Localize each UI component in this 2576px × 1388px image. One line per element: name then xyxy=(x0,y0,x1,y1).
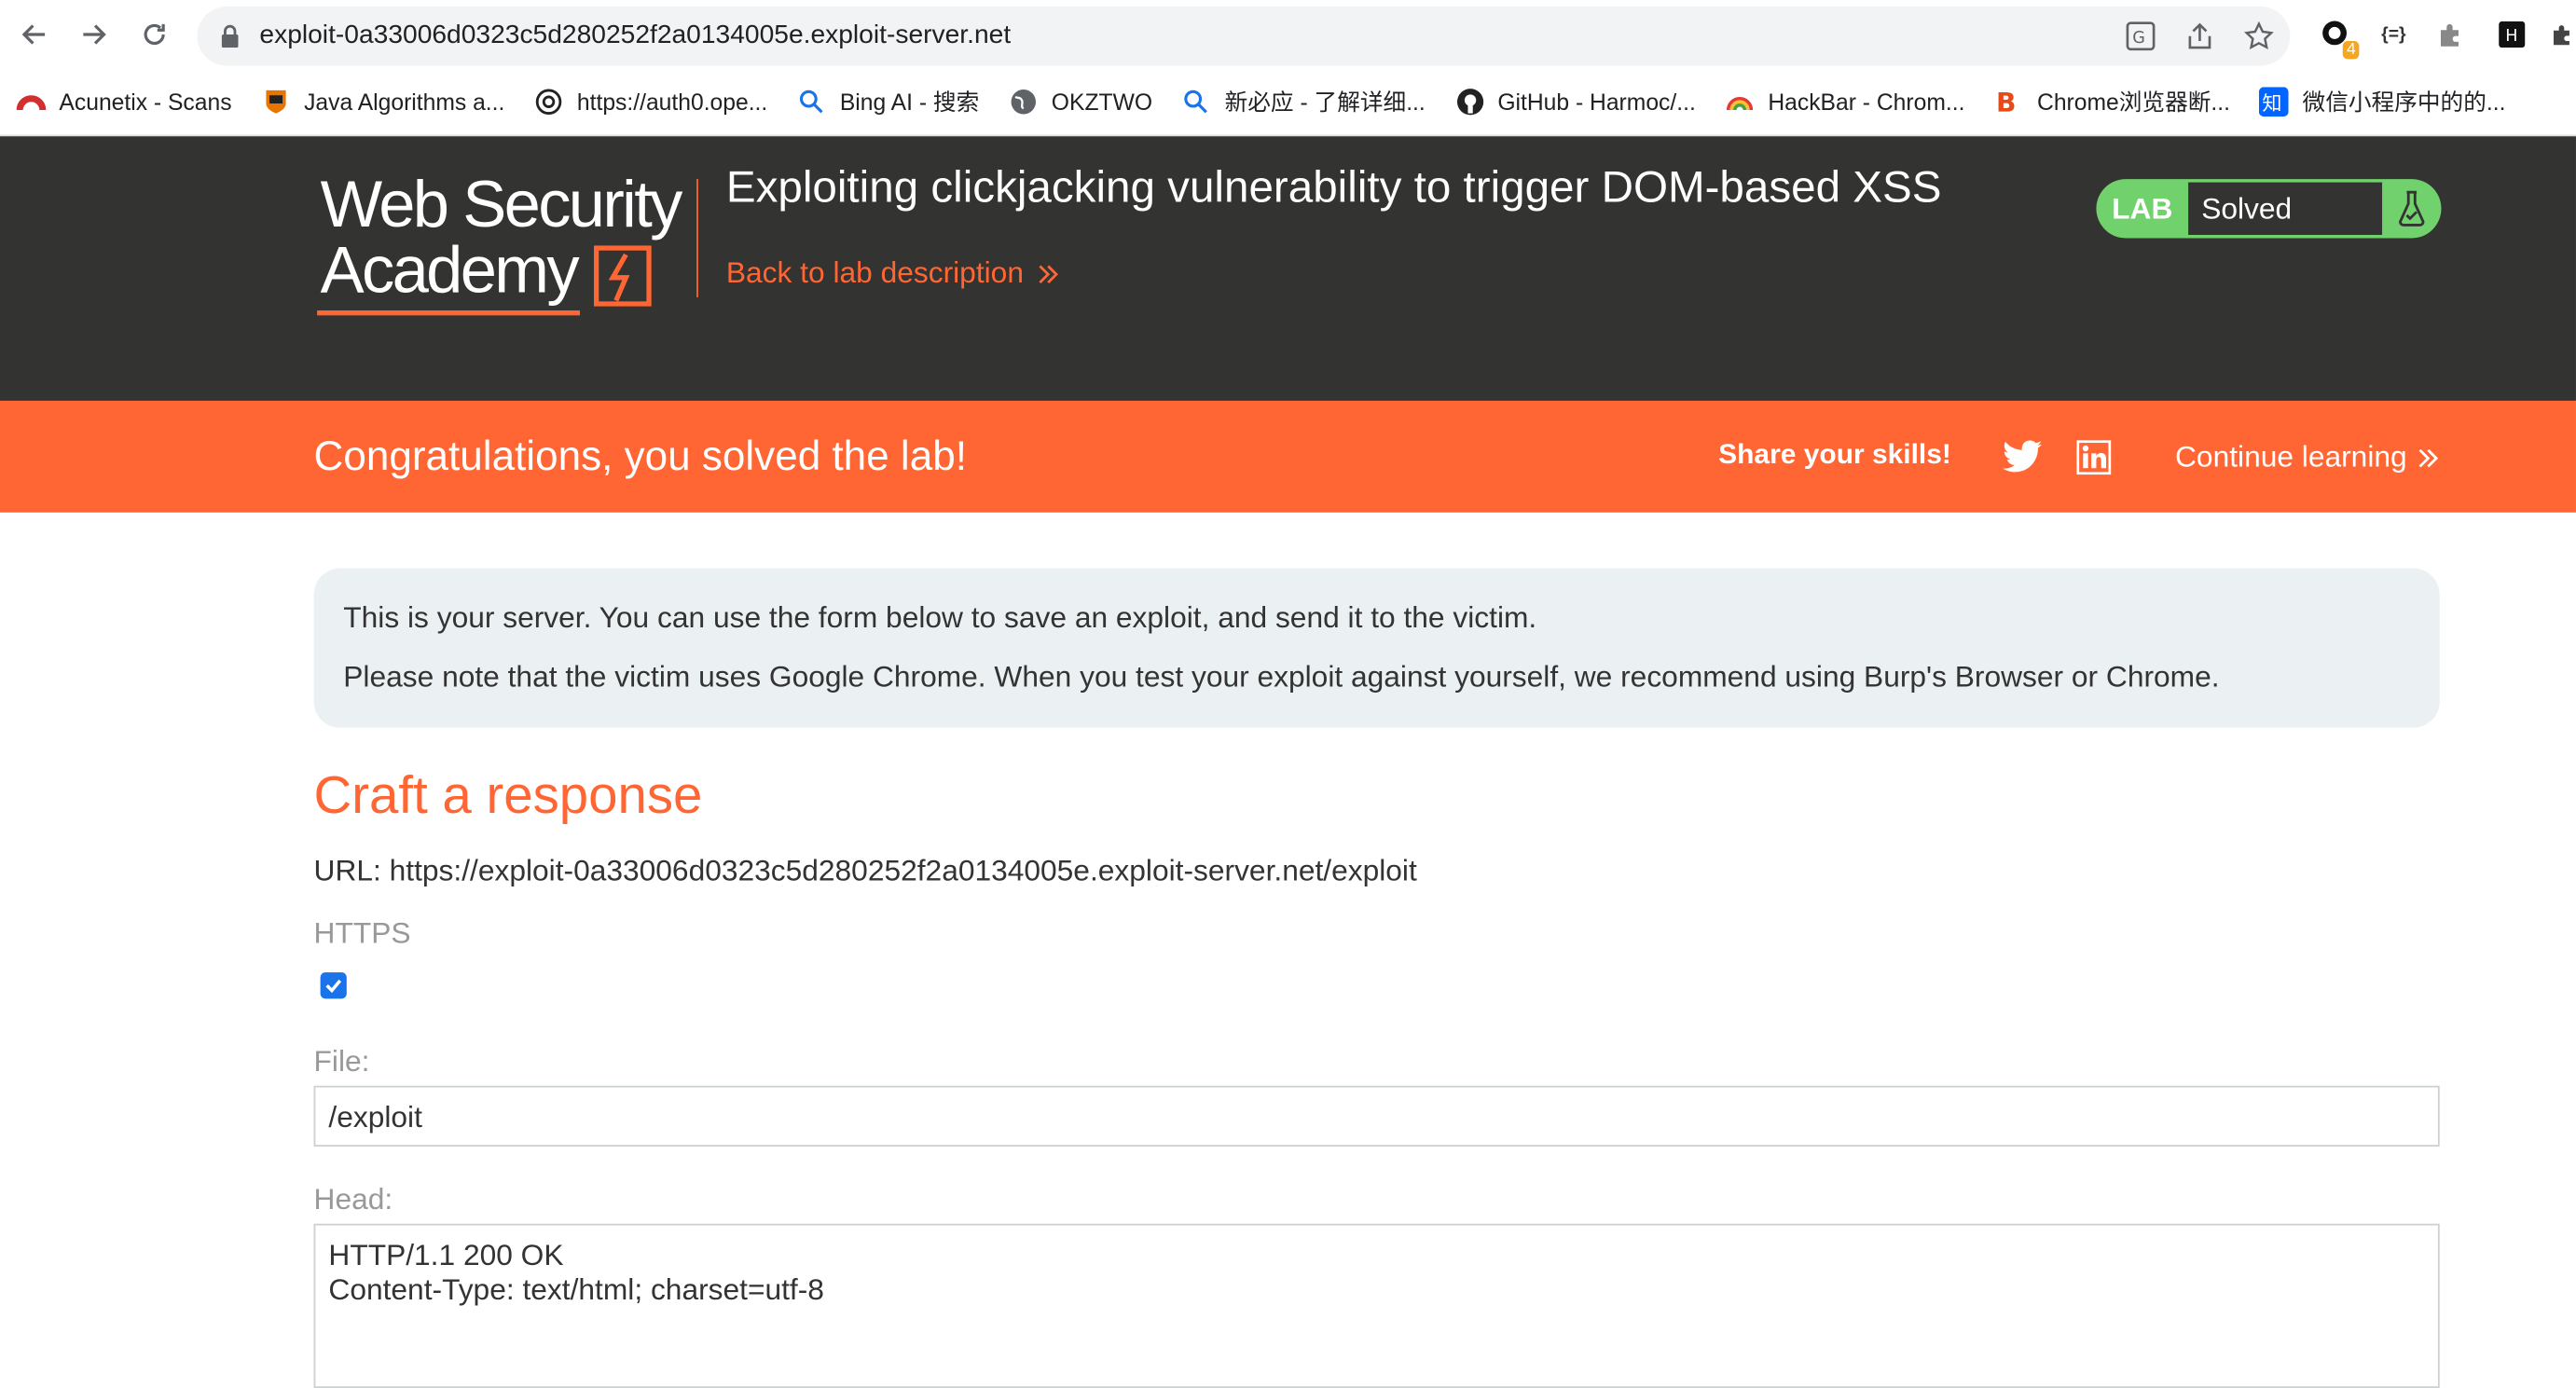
reload-icon[interactable] xyxy=(130,10,179,60)
github-icon xyxy=(1455,87,1485,117)
address-bar[interactable]: exploit-0a33006d0323c5d280252f2a0134005e… xyxy=(197,7,2291,66)
linkedin-icon[interactable] xyxy=(2076,440,2112,475)
hackbar-icon xyxy=(1726,87,1756,117)
web-security-academy-logo[interactable]: Web Security Academy xyxy=(317,169,688,320)
acunetix-icon xyxy=(16,87,47,117)
lab-label: LAB xyxy=(2112,191,2173,225)
https-label: HTTPS xyxy=(313,916,411,950)
craft-response-heading: Craft a response xyxy=(313,765,703,825)
double-chevron-right-icon xyxy=(2418,447,2439,467)
bookmark-item[interactable]: HackBar - Chrom... xyxy=(1726,87,1964,117)
lab-title: Exploiting clickjacking vulnerability to… xyxy=(725,162,1942,213)
congratulations-banner: Congratulations, you solved the lab! Sha… xyxy=(0,400,2576,513)
share-skills-label: Share your skills! xyxy=(1718,438,1951,470)
header-divider xyxy=(696,179,698,297)
head-textarea[interactable]: HTTP/1.1 200 OK Content-Type: text/html;… xyxy=(313,1223,2440,1388)
bookmark-item[interactable]: Acunetix - Scans xyxy=(16,87,232,117)
bookmark-item[interactable]: Bing AI - 搜索 xyxy=(797,86,979,118)
princeton-icon xyxy=(261,87,291,117)
translate-icon[interactable]: G xyxy=(2126,21,2156,51)
extensions-puzzle-icon[interactable] xyxy=(2550,10,2576,60)
share-icon[interactable] xyxy=(2185,21,2215,51)
bookmark-item[interactable]: 新必应 - 了解详细... xyxy=(1182,86,1426,118)
file-label: File: xyxy=(313,1044,370,1078)
bookmark-item[interactable]: https://auth0.ope... xyxy=(534,87,767,117)
back-arrow-icon[interactable] xyxy=(10,10,60,60)
server-info-box: This is your server. You can use the for… xyxy=(313,568,2440,728)
svg-text:H: H xyxy=(2505,27,2517,46)
extension-badge-icon[interactable]: 4 xyxy=(2313,10,2360,60)
double-chevron-right-icon xyxy=(1039,264,1059,283)
file-input[interactable]: /exploit xyxy=(313,1085,2440,1147)
lab-header: Web Security Academy Exploiting clickjac… xyxy=(0,136,2576,401)
globe-icon xyxy=(1009,87,1039,117)
search-icon xyxy=(1182,87,1212,117)
bookmark-star-icon[interactable] xyxy=(2244,21,2274,51)
flask-icon xyxy=(2382,190,2441,227)
twitter-icon[interactable] xyxy=(2002,440,2043,473)
svg-text:G: G xyxy=(2132,29,2145,48)
bookmarks-bar: Acunetix - Scans Java Algorithms a... ht… xyxy=(0,69,2576,137)
extension-badge-count: 4 xyxy=(2343,41,2360,60)
lab-status-badge: LAB Solved xyxy=(2096,179,2442,239)
hackbar-extension-icon[interactable]: H xyxy=(2494,10,2530,60)
exploit-url: URL: https://exploit-0a33006d0323c5d2802… xyxy=(313,854,1417,887)
address-url[interactable]: exploit-0a33006d0323c5d280252f2a0134005e… xyxy=(259,21,1011,51)
search-icon xyxy=(797,87,827,117)
bookmark-item[interactable]: GitHub - Harmoc/... xyxy=(1455,87,1696,117)
https-checkbox[interactable] xyxy=(320,972,347,999)
lock-icon xyxy=(221,24,239,48)
svg-text:B: B xyxy=(1996,88,2017,117)
logo-underline xyxy=(317,310,581,316)
bookmark-item[interactable]: Java Algorithms a... xyxy=(261,87,504,117)
forward-arrow-icon[interactable] xyxy=(69,10,118,60)
congrats-message: Congratulations, you solved the lab! xyxy=(313,433,967,480)
bookmark-item[interactable]: OKZTWO xyxy=(1009,87,1152,117)
bookmark-item[interactable]: B Chrome浏览器断... xyxy=(1994,86,2230,118)
status-text: Solved xyxy=(2188,182,2383,235)
puzzle-extension-icon[interactable] xyxy=(2431,10,2471,60)
continue-learning-link[interactable]: Continue learning xyxy=(2175,440,2440,474)
b-icon: B xyxy=(1994,87,2024,117)
json-extension-icon[interactable]: {=} xyxy=(2376,10,2412,60)
info-line-1: This is your server. You can use the for… xyxy=(343,600,1537,635)
svg-text:知: 知 xyxy=(2263,91,2282,115)
info-line-2: Please note that the victim uses Google … xyxy=(343,660,2220,694)
bookmark-item[interactable]: 知 微信小程序中的的... xyxy=(2259,86,2505,118)
browser-toolbar: exploit-0a33006d0323c5d280252f2a0134005e… xyxy=(0,0,2576,70)
lightning-box-icon xyxy=(593,245,652,307)
checkmark-icon xyxy=(325,979,342,994)
zhihu-icon: 知 xyxy=(2259,87,2290,117)
openai-icon xyxy=(534,87,564,117)
head-label: Head: xyxy=(313,1182,393,1216)
back-to-lab-link[interactable]: Back to lab description xyxy=(726,256,1060,291)
